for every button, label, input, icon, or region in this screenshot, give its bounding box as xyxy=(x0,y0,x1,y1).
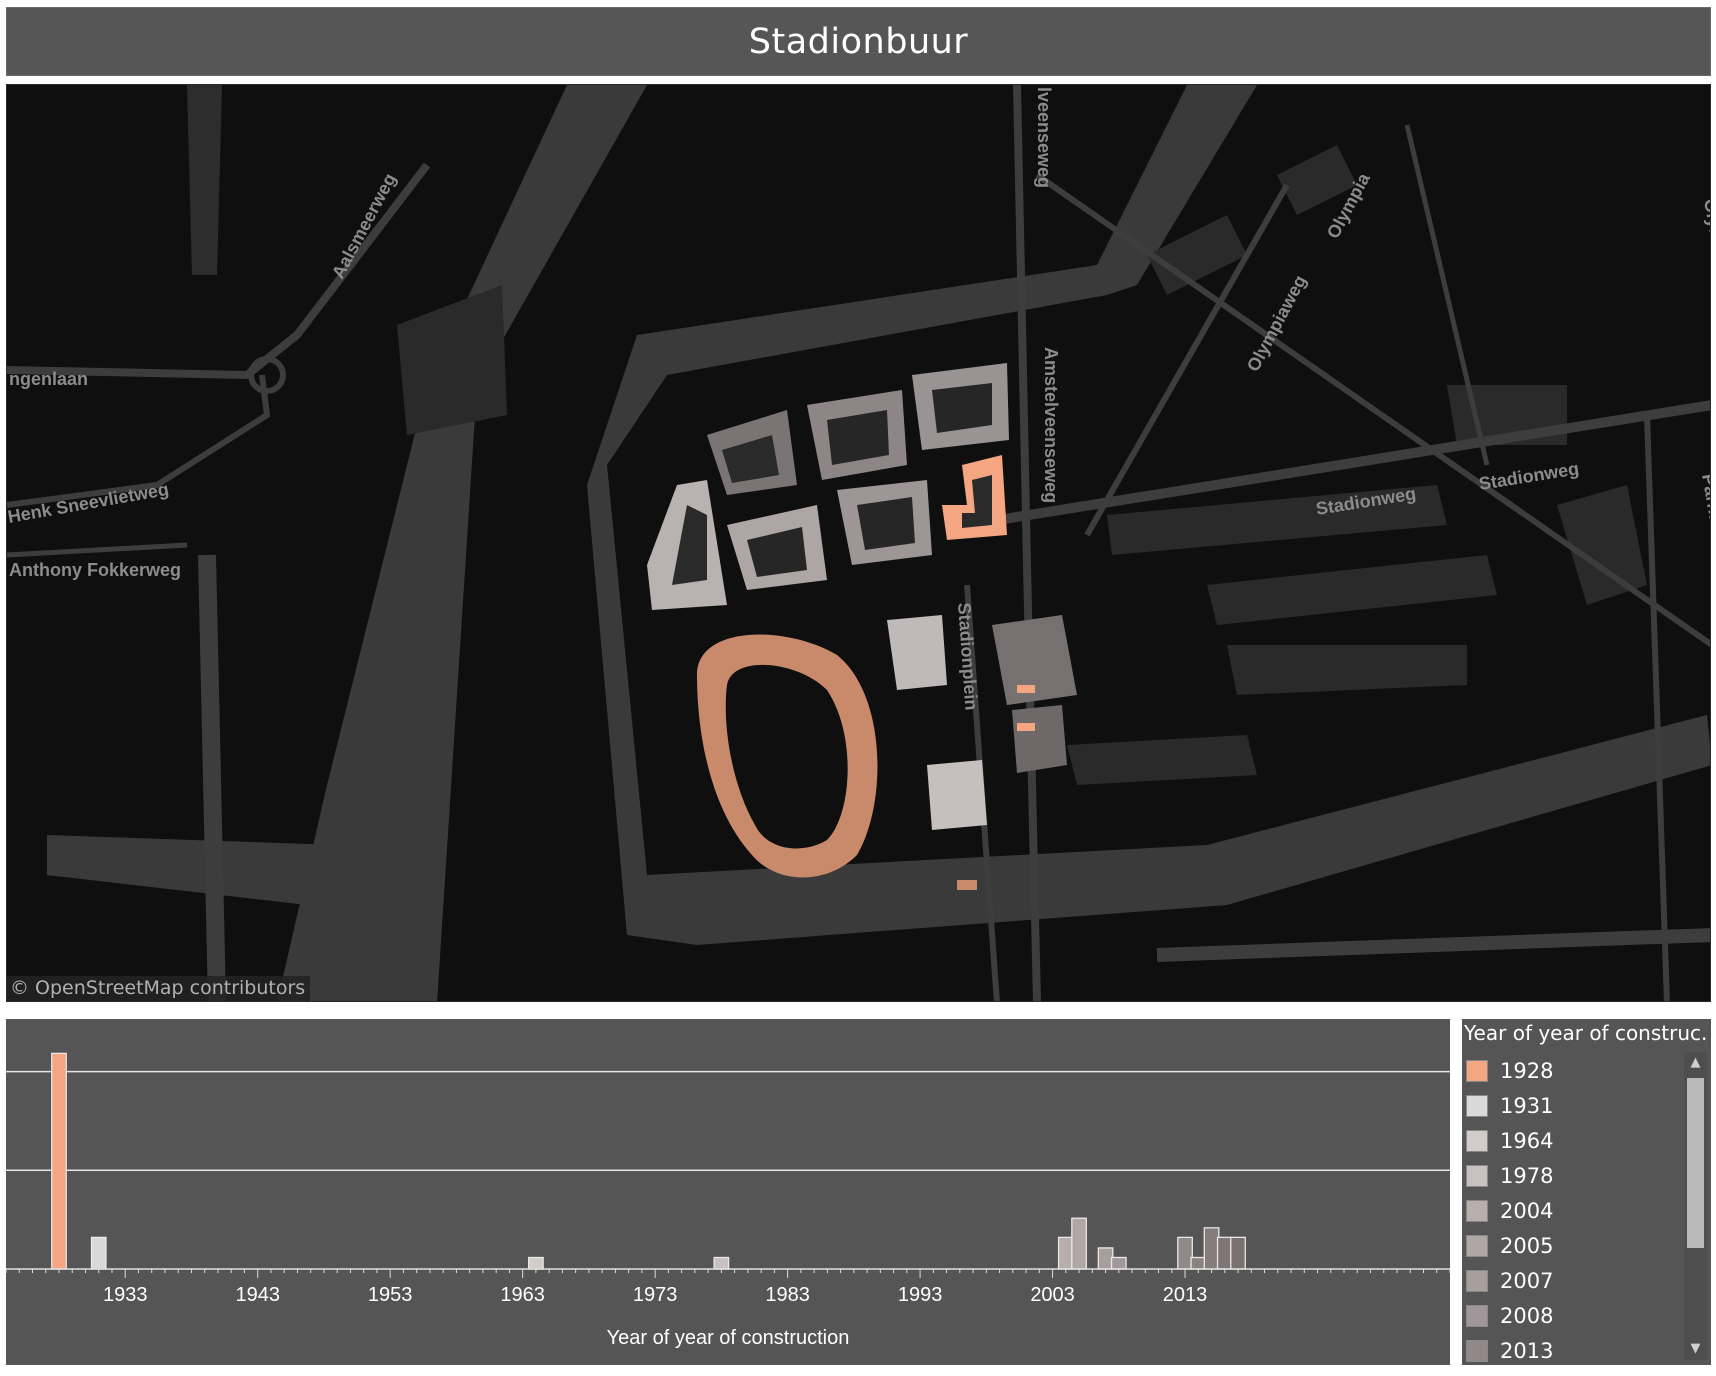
bar[interactable] xyxy=(1190,1256,1207,1270)
dashboard-title-text: Stadionbuur xyxy=(748,21,969,62)
legend-label: 1928 xyxy=(1500,1058,1554,1083)
legend-swatch xyxy=(1466,1199,1488,1222)
bar[interactable] xyxy=(1230,1236,1246,1270)
legend-swatch xyxy=(1466,1164,1488,1187)
street-label: Amstelveenseweg xyxy=(1041,347,1061,503)
legend-scrollbar[interactable]: ▲ ▼ xyxy=(1684,1052,1707,1360)
legend-label: 1978 xyxy=(1500,1163,1554,1188)
map-attribution: © OpenStreetMap contributors xyxy=(7,976,311,1001)
x-tick-label: 2003 xyxy=(1030,1284,1075,1306)
legend-item[interactable]: 1978 xyxy=(1466,1158,1686,1193)
legend-list[interactable]: 1928 1931 1964 1978 2004 2005 2007 2008 2013 xyxy=(1466,1053,1686,1365)
legend-item[interactable]: 2013 xyxy=(1466,1333,1686,1365)
legend-title: Year of year of construc... xyxy=(1464,1021,1708,1045)
bar[interactable] xyxy=(1177,1236,1193,1270)
bar[interactable] xyxy=(51,1052,67,1270)
legend-item[interactable]: 2008 xyxy=(1466,1298,1686,1333)
scroll-up-icon[interactable]: ▲ xyxy=(1684,1052,1707,1074)
legend-swatch xyxy=(1466,1339,1488,1362)
street-label: Olym xyxy=(1700,197,1711,245)
x-axis-title: Year of year of construction xyxy=(607,1327,850,1349)
legend-swatch xyxy=(1466,1234,1488,1257)
legend-item[interactable]: 2007 xyxy=(1466,1263,1686,1298)
x-tick-label: 1973 xyxy=(633,1284,678,1306)
histogram-panel[interactable]: 1933 1943 1953 1963 1973 1983 1993 2003 2013 Year… xyxy=(6,1019,1450,1365)
legend-label: 2007 xyxy=(1500,1268,1554,1293)
map-buildings xyxy=(647,363,1077,890)
bar[interactable] xyxy=(1203,1227,1220,1270)
street-label: Anthony Fokkerweg xyxy=(9,560,181,580)
legend-label: 2008 xyxy=(1500,1303,1554,1328)
street-label: Parnassusw xyxy=(1698,472,1711,580)
legend-label: 2005 xyxy=(1500,1233,1554,1258)
legend-swatch xyxy=(1466,1094,1488,1117)
bar[interactable] xyxy=(713,1256,730,1270)
map-view[interactable]: Aalsmeerweg ngenlaan Henk Sneevlietweg A… xyxy=(6,84,1711,1002)
bar[interactable] xyxy=(90,1236,107,1270)
bar[interactable] xyxy=(1110,1256,1127,1270)
map-canvas[interactable]: Aalsmeerweg ngenlaan Henk Sneevlietweg A… xyxy=(7,85,1711,1002)
bar[interactable] xyxy=(528,1256,544,1270)
legend-label: 2004 xyxy=(1500,1198,1554,1223)
legend-swatch xyxy=(1466,1269,1488,1292)
street-label: Stadionweg xyxy=(1477,458,1580,494)
bar[interactable] xyxy=(1071,1217,1087,1270)
x-tick-label: 1933 xyxy=(103,1284,148,1306)
legend-label: 1964 xyxy=(1500,1128,1554,1153)
legend-item[interactable]: 1928 xyxy=(1466,1053,1686,1088)
legend-panel[interactable]: Year of year of construc... 1928 1931 1964… xyxy=(1462,1019,1711,1365)
bar[interactable] xyxy=(1216,1236,1233,1270)
legend-label: 2013 xyxy=(1500,1338,1554,1363)
scrollbar-thumb[interactable] xyxy=(1687,1078,1704,1248)
legend-item[interactable]: 2004 xyxy=(1466,1193,1686,1228)
legend-item[interactable]: 1964 xyxy=(1466,1123,1686,1158)
legend-swatch xyxy=(1466,1304,1488,1327)
street-label: Stadionplein xyxy=(954,602,981,711)
legend-item[interactable]: 1931 xyxy=(1466,1088,1686,1123)
street-label: Henk Sneevlietweg xyxy=(7,479,170,527)
x-tick-label: 1953 xyxy=(368,1284,413,1306)
legend-label: 1931 xyxy=(1500,1093,1554,1118)
x-tick-label: 1943 xyxy=(235,1284,280,1306)
street-label: ngenlaan xyxy=(9,369,88,389)
dashboard-title: Stadionbuur xyxy=(6,7,1711,76)
x-tick-label: 2013 xyxy=(1163,1284,1208,1306)
x-tick-label: 1963 xyxy=(500,1284,545,1306)
bar[interactable] xyxy=(1097,1247,1114,1270)
histogram-chart[interactable]: 1933 1943 1953 1963 1973 1983 1993 2003 2013 Year… xyxy=(6,1019,1450,1365)
street-label: Aalsmeerweg xyxy=(328,170,400,282)
legend-swatch xyxy=(1466,1129,1488,1152)
bar[interactable] xyxy=(1057,1236,1074,1270)
x-tick-label: 1983 xyxy=(765,1284,810,1306)
legend-swatch xyxy=(1466,1059,1488,1082)
legend-item[interactable]: 2005 xyxy=(1466,1228,1686,1263)
x-tick-label: 1993 xyxy=(898,1284,943,1306)
street-label: lveenseweg xyxy=(1034,87,1054,188)
scroll-down-icon[interactable]: ▼ xyxy=(1684,1338,1707,1360)
